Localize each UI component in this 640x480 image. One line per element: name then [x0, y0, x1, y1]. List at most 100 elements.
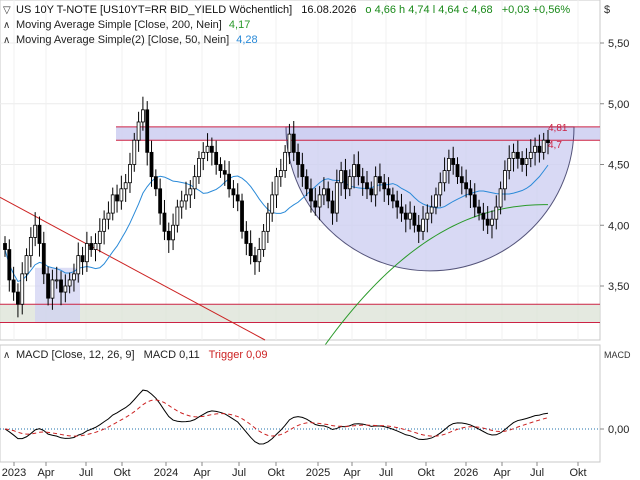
macd-value: MACD 0,11 — [144, 349, 200, 361]
candle-body — [533, 145, 537, 153]
trigger-value: Trigger 0,09 — [209, 349, 268, 361]
macd-panel-frame — [0, 344, 601, 463]
candle-body — [153, 176, 158, 190]
candle-body — [464, 182, 469, 190]
candle-body — [296, 151, 300, 165]
price-tick-label: 5,50 — [608, 38, 629, 50]
price-tick-label: 5,00 — [608, 99, 629, 111]
time-tick-label: 2023 — [2, 467, 26, 479]
candle-body — [240, 200, 244, 232]
candle-body — [145, 109, 150, 153]
time-tick-label: Okt — [569, 467, 586, 479]
candle-body — [378, 176, 382, 184]
price-y-axis: 5,50 5,00 4,50 4,00 3,50 — [600, 38, 629, 293]
candle-body — [248, 243, 253, 257]
candle-body — [528, 151, 533, 159]
candle-body — [231, 188, 236, 196]
candle-body — [132, 139, 137, 165]
candle-body — [451, 158, 456, 165]
candle-body — [352, 164, 356, 178]
candle-body — [322, 188, 326, 196]
macd-icon[interactable]: ∧ — [3, 350, 10, 361]
chart-canvas: 4,81 4,7 5,50 5,00 4,50 4,00 3,50 0,00 2023 Ap… — [0, 0, 631, 479]
candle-body — [429, 206, 434, 214]
candle-body — [485, 218, 490, 226]
candle-body — [317, 194, 322, 208]
candle-body — [179, 200, 184, 208]
macd-panel — [0, 344, 601, 463]
candle-body — [7, 249, 12, 281]
candle-body — [481, 212, 486, 220]
candle-body — [3, 243, 7, 250]
time-tick-label: Apr — [193, 467, 210, 479]
time-tick-label: Okt — [417, 467, 434, 479]
candle-body — [227, 173, 231, 190]
candle-body — [330, 200, 335, 214]
candle-body — [365, 182, 369, 190]
candle-body — [270, 194, 275, 214]
macd-tick-label: 0,00 — [608, 424, 629, 436]
candle-body — [339, 170, 344, 184]
time-tick-label: Okt — [267, 467, 284, 479]
time-tick-label: Apr — [37, 467, 54, 479]
support-zone — [0, 304, 600, 323]
ma50-label: Moving Average Simple(2) [Close, 50, Nei… — [16, 34, 229, 46]
candle-body — [175, 206, 180, 226]
macd-label: MACD [Close, 12, 26, 9] — [16, 349, 135, 361]
candle-body — [515, 151, 520, 159]
candle-body — [373, 176, 378, 196]
svg-text:Moving Average Simple(2) [Clo: Moving Average Simple(2) [Close, 50, Nei… — [16, 34, 258, 46]
time-tick-label: Jul — [79, 467, 93, 479]
candle-body — [136, 121, 141, 141]
svg-text:US 10Y T-NOTE [US10YT=RR BID_Y: US 10Y T-NOTE [US10YT=RR BID_YIELD Wöche… — [16, 4, 570, 16]
candle-body — [326, 188, 331, 202]
candle-body — [265, 212, 270, 232]
candle-body — [283, 151, 288, 171]
candle-body — [347, 176, 352, 190]
time-tick-label: 2026 — [454, 467, 478, 479]
candle-body — [63, 285, 68, 293]
candle-body — [382, 182, 387, 190]
candle-body — [46, 273, 50, 299]
ma50-icon[interactable]: ∧ — [3, 35, 10, 46]
candle-body — [16, 291, 20, 305]
candle-body — [455, 164, 460, 178]
candle-body — [442, 170, 447, 184]
candle-body — [20, 273, 25, 305]
candle-body — [222, 170, 227, 175]
candle-body — [37, 224, 42, 244]
candle-body — [162, 212, 167, 232]
candle-body — [184, 194, 188, 202]
candle-body — [54, 279, 59, 282]
candle-body — [33, 224, 38, 238]
candle-body — [67, 279, 72, 287]
candle-body — [334, 182, 339, 214]
ma200-value: 4,17 — [229, 19, 250, 31]
collapse-icon[interactable]: ▽ — [3, 5, 11, 16]
time-tick-label: Jul — [232, 467, 246, 479]
candle-body — [171, 224, 175, 241]
candle-body — [128, 164, 132, 184]
candle-body — [80, 255, 85, 263]
candle-body — [343, 170, 348, 190]
candle-body — [503, 170, 507, 190]
candle-body — [115, 194, 119, 202]
candle-body — [291, 133, 296, 153]
candle-body — [395, 200, 400, 208]
candle-body — [369, 188, 374, 196]
candle-body — [89, 243, 94, 250]
candle-body — [472, 194, 477, 208]
candle-body — [141, 109, 145, 123]
ma200-label: Moving Average Simple [Close, 200, Nein] — [16, 19, 222, 31]
candle-body — [197, 158, 201, 178]
candle-body — [41, 243, 46, 275]
candle-body — [477, 206, 481, 214]
ma200-icon[interactable]: ∧ — [3, 20, 10, 31]
svg-text:Moving Average Simple [Close,: Moving Average Simple [Close, 200, Nein]… — [16, 19, 250, 31]
candle-body — [209, 145, 214, 153]
candle-body — [274, 176, 279, 196]
candle-body — [507, 158, 512, 171]
candle-body — [524, 158, 529, 165]
macd-panel-label: MACD — [604, 350, 631, 360]
time-tick-label: Jul — [530, 467, 544, 479]
